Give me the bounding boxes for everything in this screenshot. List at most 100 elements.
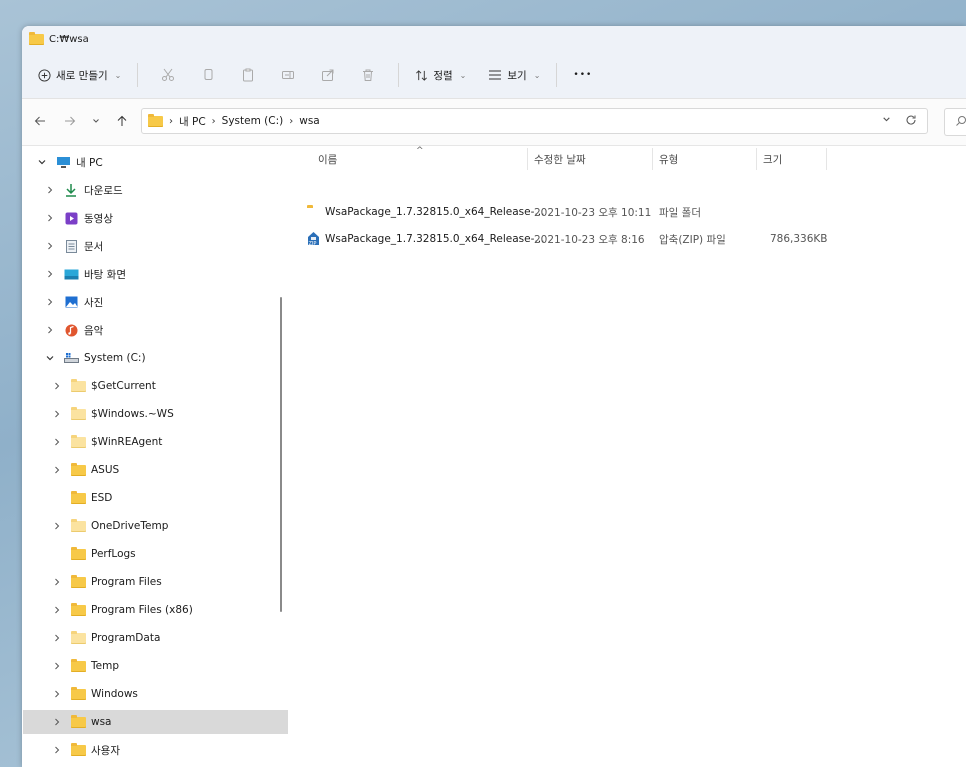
folder-icon [70, 434, 86, 448]
nav-item-folder[interactable]: ASUS [23, 458, 300, 482]
breadcrumb-item[interactable]: wsa [299, 115, 320, 127]
view-button-label: 보기 [507, 69, 527, 82]
column-divider[interactable] [756, 148, 757, 170]
nav-item-folder[interactable]: $Windows.~WS [23, 402, 300, 426]
chevron-right-icon[interactable] [50, 410, 64, 418]
nav-item-music[interactable]: 음악 [23, 318, 293, 342]
nav-item-label: ProgramData [91, 632, 161, 644]
column-divider[interactable] [527, 148, 528, 170]
nav-item-folder[interactable]: $GetCurrent [23, 374, 300, 398]
nav-item-label: 다운로드 [84, 184, 123, 197]
nav-scrollbar[interactable] [280, 297, 282, 612]
address-dropdown-chevron-icon[interactable] [882, 115, 891, 124]
cut-button[interactable] [148, 68, 188, 82]
chevron-right-icon[interactable] [50, 578, 64, 586]
chevron-right-icon[interactable] [50, 382, 64, 390]
video-icon [63, 211, 79, 225]
nav-item-folder[interactable]: Temp [23, 654, 300, 678]
nav-item-label: wsa [91, 716, 112, 728]
scissors-icon [162, 68, 175, 81]
column-header-date[interactable]: 수정한 날짜 [534, 152, 586, 167]
chevron-down-icon[interactable] [43, 354, 57, 362]
nav-item-videos[interactable]: 동영상 [23, 206, 293, 230]
folder-icon [70, 462, 86, 476]
nav-item-folder[interactable]: 사용자 [23, 738, 300, 762]
delete-button[interactable] [348, 68, 388, 82]
nav-item-desktop[interactable]: 바탕 화면 [23, 262, 293, 286]
desktop-icon [63, 267, 79, 281]
recent-locations-chevron-icon[interactable] [92, 117, 100, 125]
more-button[interactable]: ••• [567, 66, 598, 84]
chevron-right-icon[interactable] [50, 522, 64, 530]
chevron-right-icon[interactable] [43, 326, 57, 334]
rename-button[interactable] [268, 68, 308, 82]
nav-item-downloads[interactable]: 다운로드 [23, 178, 293, 202]
chevron-right-icon[interactable] [50, 606, 64, 614]
forward-arrow-icon[interactable] [64, 115, 76, 127]
file-row[interactable]: WsaPackage_1.7.32815.0_x64_Release-... 2… [304, 201, 834, 223]
nav-item-wsa-selected[interactable]: wsa [23, 710, 300, 734]
chevron-right-icon[interactable] [50, 690, 64, 698]
chevron-right-icon[interactable] [50, 718, 64, 726]
nav-item-folder[interactable]: ProgramData [23, 626, 300, 650]
back-arrow-icon[interactable] [34, 115, 46, 127]
nav-item-system-c[interactable]: System (C:) [23, 346, 293, 370]
search-input[interactable] [944, 108, 966, 136]
view-button[interactable]: 보기 ⌄ [482, 64, 546, 87]
column-header-size[interactable]: 크기 [763, 152, 782, 167]
nav-item-pictures[interactable]: 사진 [23, 290, 293, 314]
folder-icon-wrap [70, 546, 86, 561]
column-header-type[interactable]: 유형 [659, 152, 678, 167]
paste-button[interactable] [228, 68, 268, 82]
chevron-right-icon[interactable] [50, 662, 64, 670]
nav-item-this-pc[interactable]: 내 PC [23, 150, 285, 174]
refresh-icon[interactable] [905, 114, 917, 126]
new-button[interactable]: 새로 만들기 ⌄ [32, 64, 127, 87]
up-arrow-icon[interactable] [116, 115, 128, 127]
column-divider[interactable] [652, 148, 653, 170]
address-bar[interactable]: › 내 PC › System (C:) › wsa [141, 108, 928, 134]
chevron-right-icon[interactable] [43, 186, 57, 194]
nav-item-documents[interactable]: 문서 [23, 234, 293, 258]
chevron-right-icon[interactable] [43, 214, 57, 222]
folder-icon-wrap [70, 742, 86, 757]
command-bar: 새로 만들기 ⌄ 정렬 ⌄ 보기 ⌄ ••• [22, 52, 966, 99]
nav-item-label: 사진 [84, 296, 104, 309]
more-icon: ••• [573, 70, 593, 80]
nav-item-label: PerfLogs [91, 548, 136, 560]
chevron-right-icon[interactable] [50, 634, 64, 642]
chevron-right-icon[interactable] [43, 270, 57, 278]
chevron-right-icon[interactable] [43, 298, 57, 306]
column-divider[interactable] [826, 148, 827, 170]
breadcrumb-item[interactable]: System (C:) [222, 115, 284, 127]
sort-button[interactable]: 정렬 ⌄ [409, 64, 472, 87]
chevron-right-icon[interactable] [50, 746, 64, 754]
nav-item-folder[interactable]: OneDriveTemp [23, 514, 300, 538]
nav-item-folder[interactable]: $WinREAgent [23, 430, 300, 454]
plus-circle-icon [38, 68, 51, 82]
folder-icon [29, 31, 44, 45]
toolbar-divider [398, 63, 400, 87]
folder-icon [70, 378, 86, 392]
navigation-pane: 내 PC 다운로드 동영상 문서 바탕 화면 사진 음악 System (C:)… [22, 146, 300, 767]
explorer-window: C:₩wsa 새로 만들기 ⌄ 정렬 ⌄ 보기 ⌄ ••• › 내 PC › S… [22, 26, 966, 767]
nav-item-folder[interactable]: Program Files (x86) [23, 598, 300, 622]
breadcrumb-item[interactable]: 내 PC [179, 114, 206, 129]
chevron-right-icon[interactable] [43, 242, 57, 250]
share-button[interactable] [308, 68, 348, 82]
nav-item-folder[interactable]: PerfLogs [23, 542, 300, 566]
copy-icon [204, 69, 213, 80]
breadcrumb-separator-icon: › [289, 115, 294, 127]
nav-item-folder[interactable]: Program Files [23, 570, 300, 594]
column-header-name[interactable]: 이름 [318, 152, 337, 167]
folder-icon-wrap [70, 714, 86, 729]
chevron-right-icon[interactable] [50, 466, 64, 474]
nav-item-folder[interactable]: Windows [23, 682, 300, 706]
nav-item-folder[interactable]: ESD [23, 486, 300, 510]
chevron-down-icon[interactable] [35, 158, 49, 166]
picture-icon [63, 295, 79, 309]
chevron-right-icon[interactable] [50, 438, 64, 446]
copy-button[interactable] [188, 68, 228, 82]
folder-icon-wrap [70, 434, 86, 449]
file-row[interactable]: ZIP WsaPackage_1.7.32815.0_x64_Release-.… [304, 228, 834, 250]
